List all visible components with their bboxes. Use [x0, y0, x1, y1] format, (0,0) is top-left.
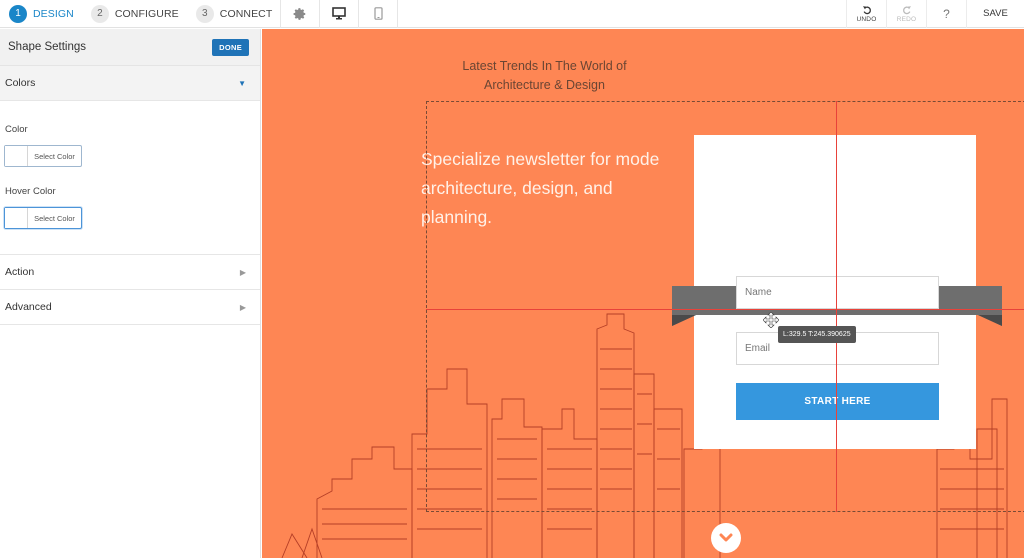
chevron-down-icon — [719, 533, 733, 542]
done-button[interactable]: DONE — [212, 38, 249, 56]
select-color-label: Select Color — [34, 213, 75, 223]
color-swatch — [5, 146, 28, 166]
redo-button[interactable]: REDO — [886, 0, 926, 28]
design-canvas[interactable]: Latest Trends In The World of Architectu… — [262, 29, 1024, 558]
toolbar-divider — [397, 0, 399, 28]
step-label: CONNECT — [219, 7, 273, 20]
colors-panel: Color Select Color Hover Color Select Co… — [0, 101, 260, 255]
scroll-down-button[interactable] — [711, 523, 741, 553]
step-design[interactable]: 1 DESIGN — [0, 0, 82, 28]
redo-icon — [902, 5, 911, 14]
color-swatch — [5, 208, 28, 228]
start-here-button[interactable]: START HERE — [736, 383, 939, 420]
step-label: DESIGN — [33, 7, 74, 20]
undo-label: UNDO — [856, 15, 877, 23]
settings-sidebar: Shape Settings DONE Colors ▼ Color Selec… — [0, 29, 261, 558]
move-icon[interactable] — [763, 312, 779, 328]
section-label: Advanced — [5, 301, 52, 313]
section-label: Action — [5, 266, 35, 278]
color-label: Color — [5, 124, 28, 135]
kicker-text: Latest Trends In The World of Architectu… — [417, 57, 672, 95]
vertical-guide-line — [836, 101, 837, 512]
section-label: Colors — [5, 77, 36, 89]
step-connect[interactable]: 3 CONNECT — [187, 0, 281, 28]
caret-right-icon: ▶ — [239, 302, 246, 312]
name-input[interactable] — [736, 276, 939, 309]
hover-color-label: Hover Color — [5, 186, 56, 197]
undo-button[interactable]: UNDO — [846, 0, 886, 28]
top-toolbar: 1 DESIGN 2 CONFIGURE 3 CONNECT UNDO REDO… — [0, 0, 1024, 28]
step-label: CONFIGURE — [114, 7, 179, 20]
horizontal-guide-line — [426, 309, 1024, 310]
step-number: 2 — [90, 4, 109, 23]
caret-right-icon: ▶ — [239, 267, 246, 277]
select-hover-color-button[interactable]: Select Color — [4, 207, 82, 229]
section-advanced[interactable]: Advanced ▶ — [0, 290, 260, 325]
sidebar-title: Shape Settings — [8, 41, 87, 53]
sidebar-header: Shape Settings DONE — [0, 29, 260, 66]
caret-down-icon: ▼ — [238, 78, 246, 88]
section-action[interactable]: Action ▶ — [0, 255, 260, 290]
redo-label: REDO — [896, 15, 917, 23]
step-number: 1 — [9, 4, 27, 23]
mobile-icon[interactable] — [359, 0, 397, 28]
desktop-icon[interactable] — [320, 0, 358, 28]
section-colors[interactable]: Colors ▼ — [0, 66, 260, 101]
select-color-label: Select Color — [34, 151, 75, 161]
coordinate-tooltip: L:329.5 T:245.390625 — [778, 326, 856, 343]
kicker-line: Latest Trends In The World of — [462, 59, 627, 73]
save-button[interactable]: SAVE — [966, 0, 1024, 28]
kicker-line: Architecture & Design — [484, 78, 605, 92]
toolbar-actions: UNDO REDO ? SAVE — [846, 0, 1024, 28]
step-configure[interactable]: 2 CONFIGURE — [82, 0, 187, 28]
step-number: 3 — [195, 4, 214, 23]
gear-icon[interactable] — [281, 0, 319, 28]
help-button[interactable]: ? — [926, 0, 966, 28]
select-color-button[interactable]: Select Color — [4, 145, 82, 167]
undo-icon — [862, 5, 871, 14]
